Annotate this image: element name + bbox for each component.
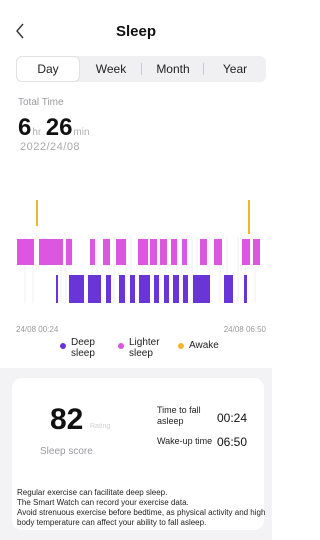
lighter-sleep-dot: [118, 343, 124, 349]
chart-legend: Deep sleep Lighter sleep Awake: [60, 337, 260, 365]
tab-month[interactable]: Month: [142, 57, 204, 81]
tab-label: Week: [95, 62, 127, 76]
tab-year[interactable]: Year: [204, 57, 266, 81]
legend-awake: Awake: [178, 337, 229, 351]
tab-label: Day: [37, 62, 59, 76]
tip-line: The Smart Watch can record your exercise…: [17, 498, 189, 507]
deep-sleep-bar: [193, 275, 210, 303]
sleep-date: 2022/24/08: [20, 141, 81, 153]
light-sleep-bar: [116, 239, 126, 265]
fall-asleep-label: Time to fall asleep: [157, 405, 201, 426]
light-sleep-bar: [39, 239, 63, 265]
awake-bar: [248, 200, 250, 234]
light-sleep-bar: [242, 239, 250, 265]
light-sleep-bar: [90, 239, 95, 265]
fall-asleep-value: 00:24: [217, 411, 248, 425]
deep-sleep-bar: [119, 275, 125, 303]
deep-sleep-bar: [173, 275, 179, 303]
light-sleep-bar: [138, 239, 148, 265]
awake-dot: [178, 343, 184, 349]
deep-sleep-bar: [139, 275, 150, 303]
sleep-tips: Regular exercise can facilitate deep sle…: [17, 488, 267, 528]
light-sleep-bar: [253, 239, 260, 265]
tab-label: Year: [222, 62, 248, 76]
wake-up-value: 06:50: [217, 435, 248, 449]
deep-sleep-bar: [56, 275, 58, 303]
tip-line: Regular exercise can facilitate deep sle…: [17, 488, 168, 497]
hours-unit: hr: [32, 127, 42, 138]
light-sleep-bar: [103, 239, 110, 265]
tab-day[interactable]: Day: [17, 57, 79, 81]
sleep-score-value: 82: [50, 403, 84, 436]
minutes-unit: min: [73, 127, 90, 138]
total-minutes: 26: [45, 114, 73, 141]
light-sleep-bar: [150, 239, 157, 265]
deep-sleep-bar: [183, 275, 188, 303]
tab-week[interactable]: Week: [80, 57, 142, 81]
awake-bar: [36, 200, 38, 226]
legend-lighter-sleep: Lighter sleep: [118, 337, 169, 359]
light-sleep-bar: [171, 239, 177, 265]
light-sleep-bar: [214, 239, 222, 265]
legend-label: Lighter sleep: [129, 337, 160, 359]
legend-label: Deep sleep: [71, 337, 95, 359]
deep-sleep-bar: [69, 275, 84, 303]
light-sleep-bar: [200, 239, 207, 265]
deep-sleep-bar: [130, 275, 135, 303]
deep-sleep-bar: [244, 275, 247, 303]
deep-sleep-bar: [106, 275, 111, 303]
sleep-stage-svg: [17, 200, 260, 303]
deep-sleep-bar: [164, 275, 169, 303]
deep-sleep-bar: [224, 275, 233, 303]
deep-sleep-bar: [154, 275, 159, 303]
legend-label: Awake: [189, 340, 219, 351]
total-hours: 6: [18, 114, 32, 141]
sleep-score-label: Sleep score: [40, 446, 93, 457]
legend-deep-sleep: Deep sleep: [60, 337, 111, 359]
light-sleep-bar: [17, 239, 34, 265]
chart-end-time: 24/08 06:50: [223, 325, 266, 334]
tab-label: Month: [156, 62, 190, 76]
light-sleep-bar: [66, 239, 72, 265]
sleep-stage-chart: [12, 195, 266, 320]
score-panel: 82 Rating Sleep score Time to fall aslee…: [0, 368, 272, 540]
rating-label: Rating: [90, 423, 111, 430]
period-tabs: Day Week Month Year: [16, 56, 266, 82]
page-title: Sleep: [115, 23, 157, 40]
deep-sleep-bar: [88, 275, 101, 303]
total-time-label: Total Time: [18, 97, 64, 108]
light-sleep-bar: [160, 239, 167, 265]
total-time: 6hr 26min: [18, 114, 90, 144]
chart-start-time: 24/08 00:24: [16, 325, 59, 334]
deep-sleep-dot: [60, 343, 66, 349]
tip-line: Avoid strenuous exercise before bedtime,…: [17, 508, 266, 527]
header: Sleep: [0, 0, 272, 52]
wake-up-label: Wake-up time: [157, 436, 213, 446]
light-sleep-bar: [182, 239, 187, 265]
